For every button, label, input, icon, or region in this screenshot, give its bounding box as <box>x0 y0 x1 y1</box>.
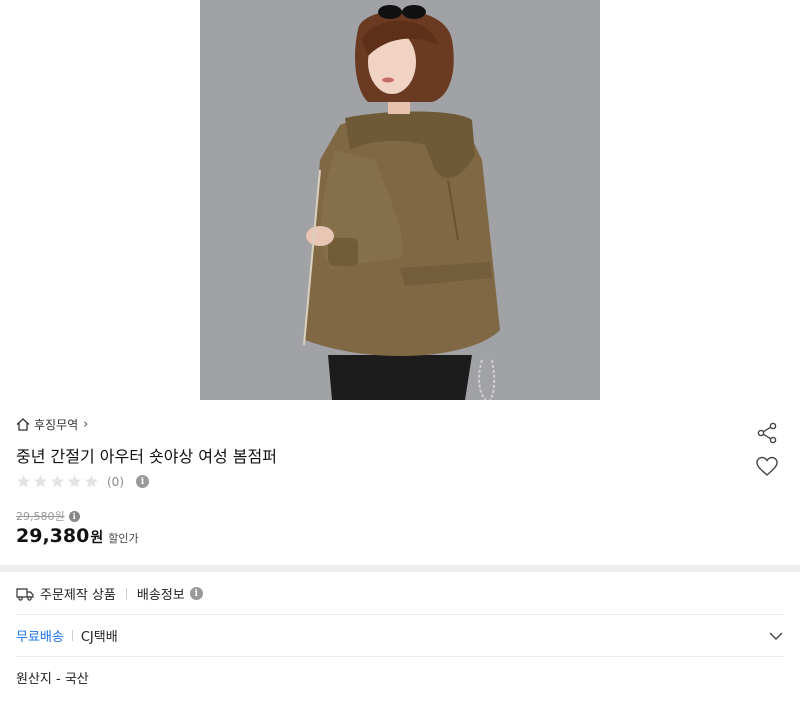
origin-info: 원산지 - 국산 <box>16 672 89 687</box>
star-icon <box>85 475 98 488</box>
truck-icon <box>16 587 34 601</box>
info-icon[interactable]: i <box>68 510 80 522</box>
star-icon <box>51 475 64 488</box>
sale-price: 29,380 <box>16 525 90 547</box>
wishlist-button[interactable] <box>755 455 779 479</box>
sale-price-label: 할인가 <box>108 532 139 545</box>
star-icon <box>17 475 30 488</box>
share-icon <box>757 422 777 444</box>
sale-price-row: 29,380 원 할인가 <box>16 525 139 547</box>
product-photo-illustration <box>200 0 600 400</box>
star-icon <box>34 475 47 488</box>
delivery-info-link[interactable]: 배송정보 <box>137 584 185 603</box>
product-image[interactable] <box>200 0 600 400</box>
chevron-down-icon[interactable] <box>768 628 784 644</box>
separator <box>71 630 73 641</box>
original-price-row: 29,580원 i <box>16 508 80 524</box>
heart-icon <box>756 456 778 476</box>
separator <box>125 587 127 600</box>
share-button[interactable] <box>755 421 779 445</box>
carrier-label: CJ택배 <box>80 630 118 645</box>
star-icon <box>68 475 81 488</box>
original-price: 29,580원 <box>16 510 65 523</box>
chevron-right-icon: › <box>83 417 89 432</box>
store-name: 후징무역 <box>34 418 79 432</box>
divider <box>16 614 784 615</box>
store-link[interactable]: 후징무역 › <box>16 416 88 433</box>
info-icon[interactable]: i <box>136 475 149 488</box>
order-info-row: 주문제작 상품 배송정보 i <box>16 584 203 603</box>
product-title: 중년 간절기 아우터 숏야상 여성 봄점퍼 <box>16 447 277 466</box>
rating-row: (0) i <box>16 474 149 489</box>
divider <box>16 656 784 657</box>
section-divider <box>0 565 800 572</box>
free-shipping-label: 무료배송 <box>16 630 64 645</box>
currency-unit: 원 <box>90 530 104 546</box>
shipping-row[interactable]: 무료배송 CJ택배 <box>16 626 784 645</box>
custom-order-label: 주문제작 상품 <box>40 588 116 603</box>
review-count[interactable]: (0) <box>107 475 124 489</box>
info-icon[interactable]: i <box>189 587 203 600</box>
home-icon <box>16 418 30 431</box>
